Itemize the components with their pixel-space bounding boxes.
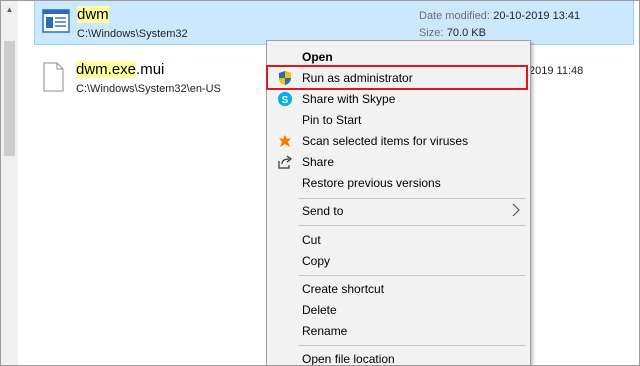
vertical-scrollbar[interactable]: ▲ (1, 1, 18, 365)
file-row-dwm[interactable]: dwm C:\Windows\System32 Date modified: 2… (34, 1, 634, 45)
menu-item-restore-previous-versions[interactable]: Restore previous versions (269, 172, 527, 193)
menu-item-send-to[interactable]: Send to (269, 200, 527, 221)
menu-separator (298, 275, 526, 276)
menu-item-pin-to-start[interactable]: Pin to Start (269, 109, 527, 130)
menu-item-copy[interactable]: Copy (269, 250, 527, 271)
file-path: C:\Windows\System32 (77, 28, 188, 40)
file-size: Size: 70.0 KB (419, 27, 486, 39)
menu-item-open[interactable]: Open (269, 46, 527, 67)
file-name: dwm (77, 6, 109, 23)
scroll-up-arrow-icon[interactable]: ▲ (1, 1, 18, 18)
share-icon (277, 154, 293, 170)
menu-item-scan-for-viruses[interactable]: Scan selected items for viruses (269, 130, 527, 151)
date-modified: 2019 11:48 (529, 65, 584, 77)
menu-separator (298, 225, 526, 226)
date-modified: Date modified: 20-10-2019 13:41 (419, 10, 581, 22)
chevron-right-icon (511, 203, 521, 220)
menu-item-rename[interactable]: Rename (269, 320, 527, 341)
svg-text:S: S (282, 95, 289, 106)
menu-item-share[interactable]: Share (269, 151, 527, 172)
document-icon (40, 61, 66, 96)
avast-icon (277, 133, 293, 149)
scrollbar-thumb[interactable] (4, 41, 15, 156)
menu-item-delete[interactable]: Delete (269, 299, 527, 320)
menu-item-cut[interactable]: Cut (269, 229, 527, 250)
menu-separator (298, 345, 526, 346)
annotation-highlight-box (266, 65, 528, 90)
menu-item-create-shortcut[interactable]: Create shortcut (269, 278, 527, 299)
explorer-window: ▲ dwm C:\Windows\System32 Date modified:… (0, 0, 640, 366)
file-path: C:\Windows\System32\en-US (76, 83, 221, 95)
menu-item-share-with-skype[interactable]: S Share with Skype (269, 88, 527, 109)
menu-item-open-file-location[interactable]: Open file location (269, 348, 527, 366)
skype-icon: S (277, 91, 293, 107)
application-icon (41, 6, 71, 39)
menu-separator (298, 198, 526, 199)
file-name: dwm.exe.mui (76, 61, 165, 78)
